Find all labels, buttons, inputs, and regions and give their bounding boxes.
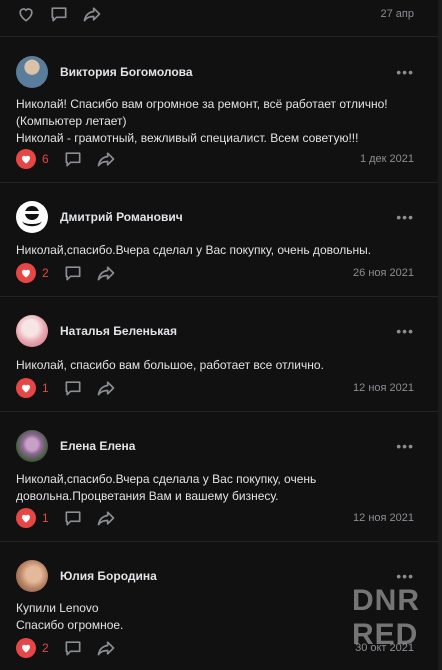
comment-line: Николай, спасибо вам большое, работает в… (16, 358, 324, 372)
more-icon[interactable]: ••• (396, 324, 414, 338)
divider (0, 296, 442, 297)
comment-date: 12 ноя 2021 (353, 512, 414, 524)
comment-line: Николай,спасибо.Вчера сделал у Вас покуп… (16, 243, 372, 257)
comment-author[interactable]: Юлия Бородина (60, 569, 157, 583)
comment-author[interactable]: Наталья Беленькая (60, 324, 177, 338)
heart-outline-icon[interactable] (16, 4, 36, 24)
reply-icon[interactable] (63, 149, 83, 169)
heart-filled-icon (16, 263, 36, 283)
more-icon[interactable]: ••• (396, 439, 414, 453)
avatar[interactable] (16, 56, 48, 88)
like-count: 6 (42, 152, 49, 166)
more-icon[interactable]: ••• (396, 569, 414, 583)
comment-actions: 6 1 дек 2021 (16, 148, 414, 170)
comment-line: Николай,спасибо.Вчера сделала у Вас поку… (16, 472, 317, 486)
avatar[interactable] (16, 201, 48, 233)
heart-filled-icon (16, 378, 36, 398)
comment-line: довольна.Процветания Вам и вашему бизнес… (16, 489, 279, 503)
like-button[interactable]: 2 (16, 638, 49, 658)
comment-text: Николай! Спасибо вам огромное за ремонт,… (16, 96, 414, 147)
share-icon[interactable] (96, 263, 116, 283)
comment-header: Наталья Беленькая ••• (16, 315, 414, 347)
comment-actions: 1 12 ноя 2021 (16, 507, 414, 529)
avatar[interactable] (16, 430, 48, 462)
heart-filled-icon (16, 508, 36, 528)
like-count: 1 (42, 381, 49, 395)
more-icon[interactable]: ••• (396, 65, 414, 79)
heart-filled-icon (16, 638, 36, 658)
share-icon[interactable] (96, 638, 116, 658)
reply-icon[interactable] (63, 378, 83, 398)
like-button[interactable]: 2 (16, 263, 49, 283)
comment-text: Николай, спасибо вам большое, работает в… (16, 357, 414, 374)
comment-header: Дмитрий Романович ••• (16, 201, 414, 233)
comment-line: Николай - грамотный, вежливый специалист… (16, 131, 359, 145)
comment-text: Николай,спасибо.Вчера сделал у Вас покуп… (16, 242, 414, 259)
avatar[interactable] (16, 315, 48, 347)
like-button[interactable]: 1 (16, 508, 49, 528)
share-icon[interactable] (96, 378, 116, 398)
comment-date: 1 дек 2021 (359, 153, 414, 165)
comment-header: Виктория Богомолова ••• (16, 56, 414, 88)
divider (0, 411, 442, 412)
comment-header: Елена Елена ••• (16, 430, 414, 462)
like-count: 2 (42, 641, 49, 655)
like-button[interactable]: 1 (16, 378, 49, 398)
post-actions: 27 апр (16, 3, 414, 25)
comment-actions: 1 12 ноя 2021 (16, 377, 414, 399)
watermark-logo: DNR RED (352, 584, 438, 662)
divider (0, 36, 442, 37)
comment-author[interactable]: Елена Елена (60, 439, 135, 453)
watermark-line: DNR (352, 584, 420, 617)
comment-date: 26 ноя 2021 (353, 267, 414, 279)
comment-actions: 2 26 ноя 2021 (16, 262, 414, 284)
avatar[interactable] (16, 560, 48, 592)
like-button[interactable]: 6 (16, 149, 49, 169)
reply-icon[interactable] (63, 508, 83, 528)
scrollbar[interactable] (438, 0, 442, 670)
like-count: 2 (42, 266, 49, 280)
divider (0, 182, 442, 183)
post-date: 27 апр (380, 8, 414, 20)
comment-author[interactable]: Виктория Богомолова (60, 65, 193, 79)
heart-filled-icon (16, 149, 36, 169)
comment-text: Николай,спасибо.Вчера сделала у Вас поку… (16, 471, 414, 505)
comment-line: (Компьютер летает) (16, 114, 127, 128)
comment-date: 12 ноя 2021 (353, 382, 414, 394)
reply-icon[interactable] (63, 263, 83, 283)
watermark-line: RED (352, 618, 419, 651)
divider (0, 541, 442, 542)
share-icon[interactable] (96, 149, 116, 169)
comment-icon[interactable] (49, 4, 69, 24)
share-icon[interactable] (96, 508, 116, 528)
reply-icon[interactable] (63, 638, 83, 658)
share-icon[interactable] (82, 4, 102, 24)
comment-line: Николай! Спасибо вам огромное за ремонт,… (16, 97, 388, 111)
more-icon[interactable]: ••• (396, 210, 414, 224)
like-count: 1 (42, 511, 49, 525)
comment-author[interactable]: Дмитрий Романович (60, 210, 183, 224)
